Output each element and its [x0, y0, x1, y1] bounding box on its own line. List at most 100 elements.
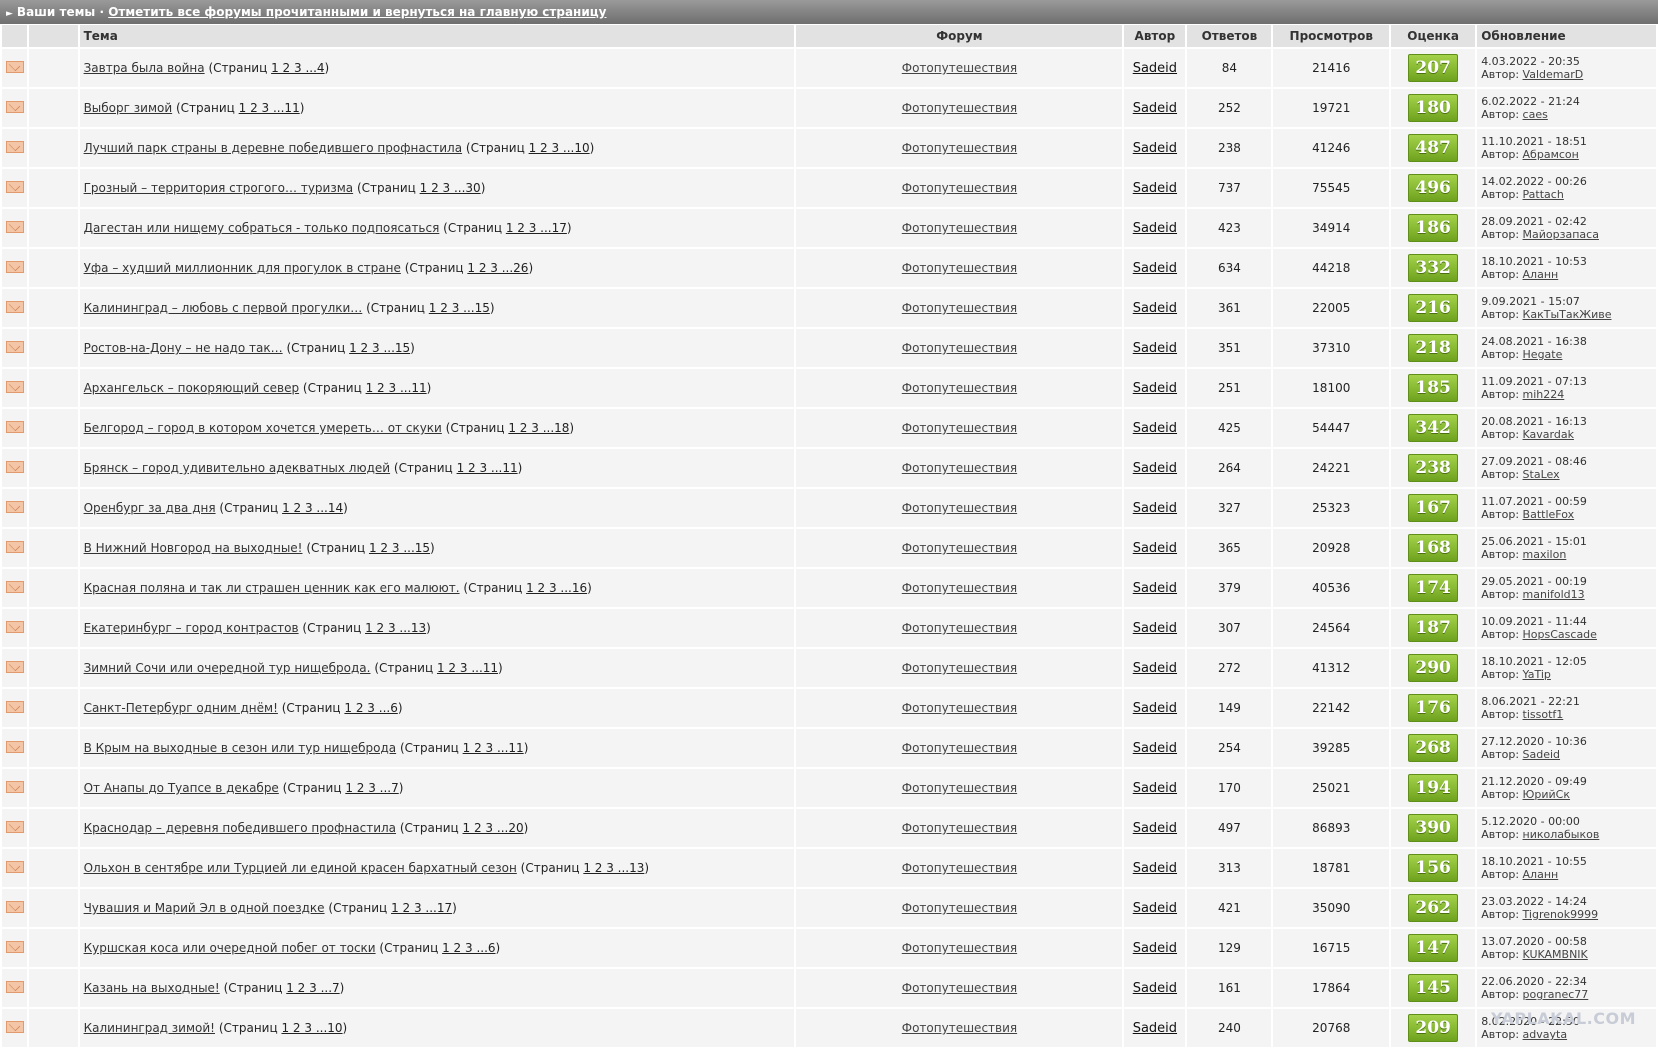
- last-author-link[interactable]: pogranec77: [1523, 988, 1589, 1001]
- envelope-icon[interactable]: [5, 380, 24, 393]
- pages-link[interactable]: 1 2 3 ...7: [286, 981, 339, 995]
- envelope-icon[interactable]: [5, 300, 24, 313]
- forum-link[interactable]: Фотопутешествия: [902, 461, 1017, 475]
- forum-link[interactable]: Фотопутешествия: [902, 821, 1017, 835]
- author-link[interactable]: Sadeid: [1133, 301, 1177, 316]
- envelope-icon[interactable]: [5, 700, 24, 713]
- topic-link[interactable]: Лучший парк страны в деревне победившего…: [84, 141, 463, 155]
- topic-link[interactable]: Брянск – город удивительно адекватных лю…: [84, 461, 390, 475]
- pages-link[interactable]: 1 2 3 ...6: [344, 701, 397, 715]
- envelope-icon[interactable]: [5, 980, 24, 993]
- pages-link[interactable]: 1 2 3 ...11: [437, 661, 498, 675]
- forum-link[interactable]: Фотопутешествия: [902, 621, 1017, 635]
- topic-link[interactable]: Куршская коса или очередной побег от тос…: [84, 941, 376, 955]
- header-updated[interactable]: Обновление: [1477, 25, 1656, 47]
- last-author-link[interactable]: Hegate: [1523, 348, 1563, 361]
- author-link[interactable]: Sadeid: [1133, 781, 1177, 796]
- envelope-icon[interactable]: [5, 940, 24, 953]
- forum-link[interactable]: Фотопутешествия: [902, 581, 1017, 595]
- author-link[interactable]: Sadeid: [1133, 101, 1177, 116]
- last-author-link[interactable]: YaTip: [1523, 668, 1551, 681]
- topic-link[interactable]: Ростов-на-Дону – не надо так…: [84, 341, 283, 355]
- last-author-link[interactable]: Майорзапаса: [1523, 228, 1599, 241]
- forum-link[interactable]: Фотопутешествия: [902, 701, 1017, 715]
- last-author-link[interactable]: mih224: [1523, 388, 1565, 401]
- envelope-icon[interactable]: [5, 900, 24, 913]
- last-author-link[interactable]: maxilon: [1523, 548, 1567, 561]
- pages-link[interactable]: 1 2 3 ...10: [281, 1021, 342, 1035]
- forum-link[interactable]: Фотопутешествия: [902, 781, 1017, 795]
- envelope-icon[interactable]: [5, 420, 24, 433]
- topic-link[interactable]: Ольхон в сентябре или Турцией ли единой …: [84, 861, 517, 875]
- author-link[interactable]: Sadeid: [1133, 341, 1177, 356]
- author-link[interactable]: Sadeid: [1133, 501, 1177, 516]
- pages-link[interactable]: 1 2 3 ...15: [349, 341, 410, 355]
- pages-link[interactable]: 1 2 3 ...11: [457, 461, 518, 475]
- envelope-icon[interactable]: [5, 60, 24, 73]
- pages-link[interactable]: 1 2 3 ...11: [366, 381, 427, 395]
- pages-link[interactable]: 1 2 3 ...14: [282, 501, 343, 515]
- envelope-icon[interactable]: [5, 740, 24, 753]
- topic-link[interactable]: В Нижний Новгород на выходные!: [84, 541, 303, 555]
- author-link[interactable]: Sadeid: [1133, 1021, 1177, 1036]
- topic-link[interactable]: В Крым на выходные в сезон или тур нищеб…: [84, 741, 397, 755]
- last-author-link[interactable]: BattleFox: [1523, 508, 1575, 521]
- envelope-icon[interactable]: [5, 100, 24, 113]
- topic-link[interactable]: Санкт-Петербург одним днём!: [84, 701, 278, 715]
- envelope-icon[interactable]: [5, 260, 24, 273]
- forum-link[interactable]: Фотопутешествия: [902, 101, 1017, 115]
- last-author-link[interactable]: KUKAMBNIK: [1523, 948, 1588, 961]
- forum-link[interactable]: Фотопутешествия: [902, 421, 1017, 435]
- pages-link[interactable]: 1 2 3 ...30: [420, 181, 481, 195]
- envelope-icon[interactable]: [5, 180, 24, 193]
- topic-link[interactable]: Калининград – любовь с первой прогулки…: [84, 301, 363, 315]
- author-link[interactable]: Sadeid: [1133, 701, 1177, 716]
- pages-link[interactable]: 1 2 3 ...6: [442, 941, 495, 955]
- header-author[interactable]: Автор: [1124, 25, 1186, 47]
- forum-link[interactable]: Фотопутешествия: [902, 981, 1017, 995]
- envelope-icon[interactable]: [5, 660, 24, 673]
- forum-link[interactable]: Фотопутешествия: [902, 301, 1017, 315]
- last-author-link[interactable]: Pattach: [1523, 188, 1564, 201]
- last-author-link[interactable]: Tigrenok9999: [1523, 908, 1599, 921]
- envelope-icon[interactable]: [5, 340, 24, 353]
- envelope-icon[interactable]: [5, 220, 24, 233]
- envelope-icon[interactable]: [5, 460, 24, 473]
- last-author-link[interactable]: Kavardak: [1523, 428, 1574, 441]
- topic-link[interactable]: Завтра была война: [84, 61, 205, 75]
- last-author-link[interactable]: ЮрийСк: [1523, 788, 1570, 801]
- forum-link[interactable]: Фотопутешествия: [902, 941, 1017, 955]
- last-author-link[interactable]: HopsCascade: [1523, 628, 1597, 641]
- envelope-icon[interactable]: [5, 540, 24, 553]
- envelope-icon[interactable]: [5, 580, 24, 593]
- pages-link[interactable]: 1 2 3 ...20: [463, 821, 524, 835]
- topic-link[interactable]: Оренбург за два дня: [84, 501, 216, 515]
- topic-link[interactable]: Архангельск – покоряющий север: [84, 381, 300, 395]
- last-author-link[interactable]: StaLex: [1523, 468, 1560, 481]
- pages-link[interactable]: 1 2 3 ...15: [429, 301, 490, 315]
- author-link[interactable]: Sadeid: [1133, 541, 1177, 556]
- forum-link[interactable]: Фотопутешествия: [902, 141, 1017, 155]
- header-topic[interactable]: Тема: [79, 25, 795, 47]
- forum-link[interactable]: Фотопутешествия: [902, 261, 1017, 275]
- forum-link[interactable]: Фотопутешествия: [902, 221, 1017, 235]
- topic-link[interactable]: Выборг зимой: [84, 101, 173, 115]
- pages-link[interactable]: 1 2 3 ...7: [345, 781, 398, 795]
- pages-link[interactable]: 1 2 3 ...11: [463, 741, 524, 755]
- forum-link[interactable]: Фотопутешествия: [902, 741, 1017, 755]
- author-link[interactable]: Sadeid: [1133, 621, 1177, 636]
- pages-link[interactable]: 1 2 3 ...10: [529, 141, 590, 155]
- topic-link[interactable]: Грозный – территория строгого… туризма: [84, 181, 354, 195]
- author-link[interactable]: Sadeid: [1133, 941, 1177, 956]
- topic-link[interactable]: Казань на выходные!: [84, 981, 220, 995]
- last-author-link[interactable]: caes: [1523, 108, 1548, 121]
- forum-link[interactable]: Фотопутешествия: [902, 341, 1017, 355]
- header-views[interactable]: Просмотров: [1273, 25, 1390, 47]
- last-author-link[interactable]: Sadeid: [1523, 748, 1561, 761]
- author-link[interactable]: Sadeid: [1133, 861, 1177, 876]
- header-rating[interactable]: Оценка: [1391, 25, 1476, 47]
- forum-link[interactable]: Фотопутешествия: [902, 61, 1017, 75]
- pages-link[interactable]: 1 2 3 ...16: [526, 581, 587, 595]
- topic-link[interactable]: Екатеринбург – город контрастов: [84, 621, 299, 635]
- author-link[interactable]: Sadeid: [1133, 741, 1177, 756]
